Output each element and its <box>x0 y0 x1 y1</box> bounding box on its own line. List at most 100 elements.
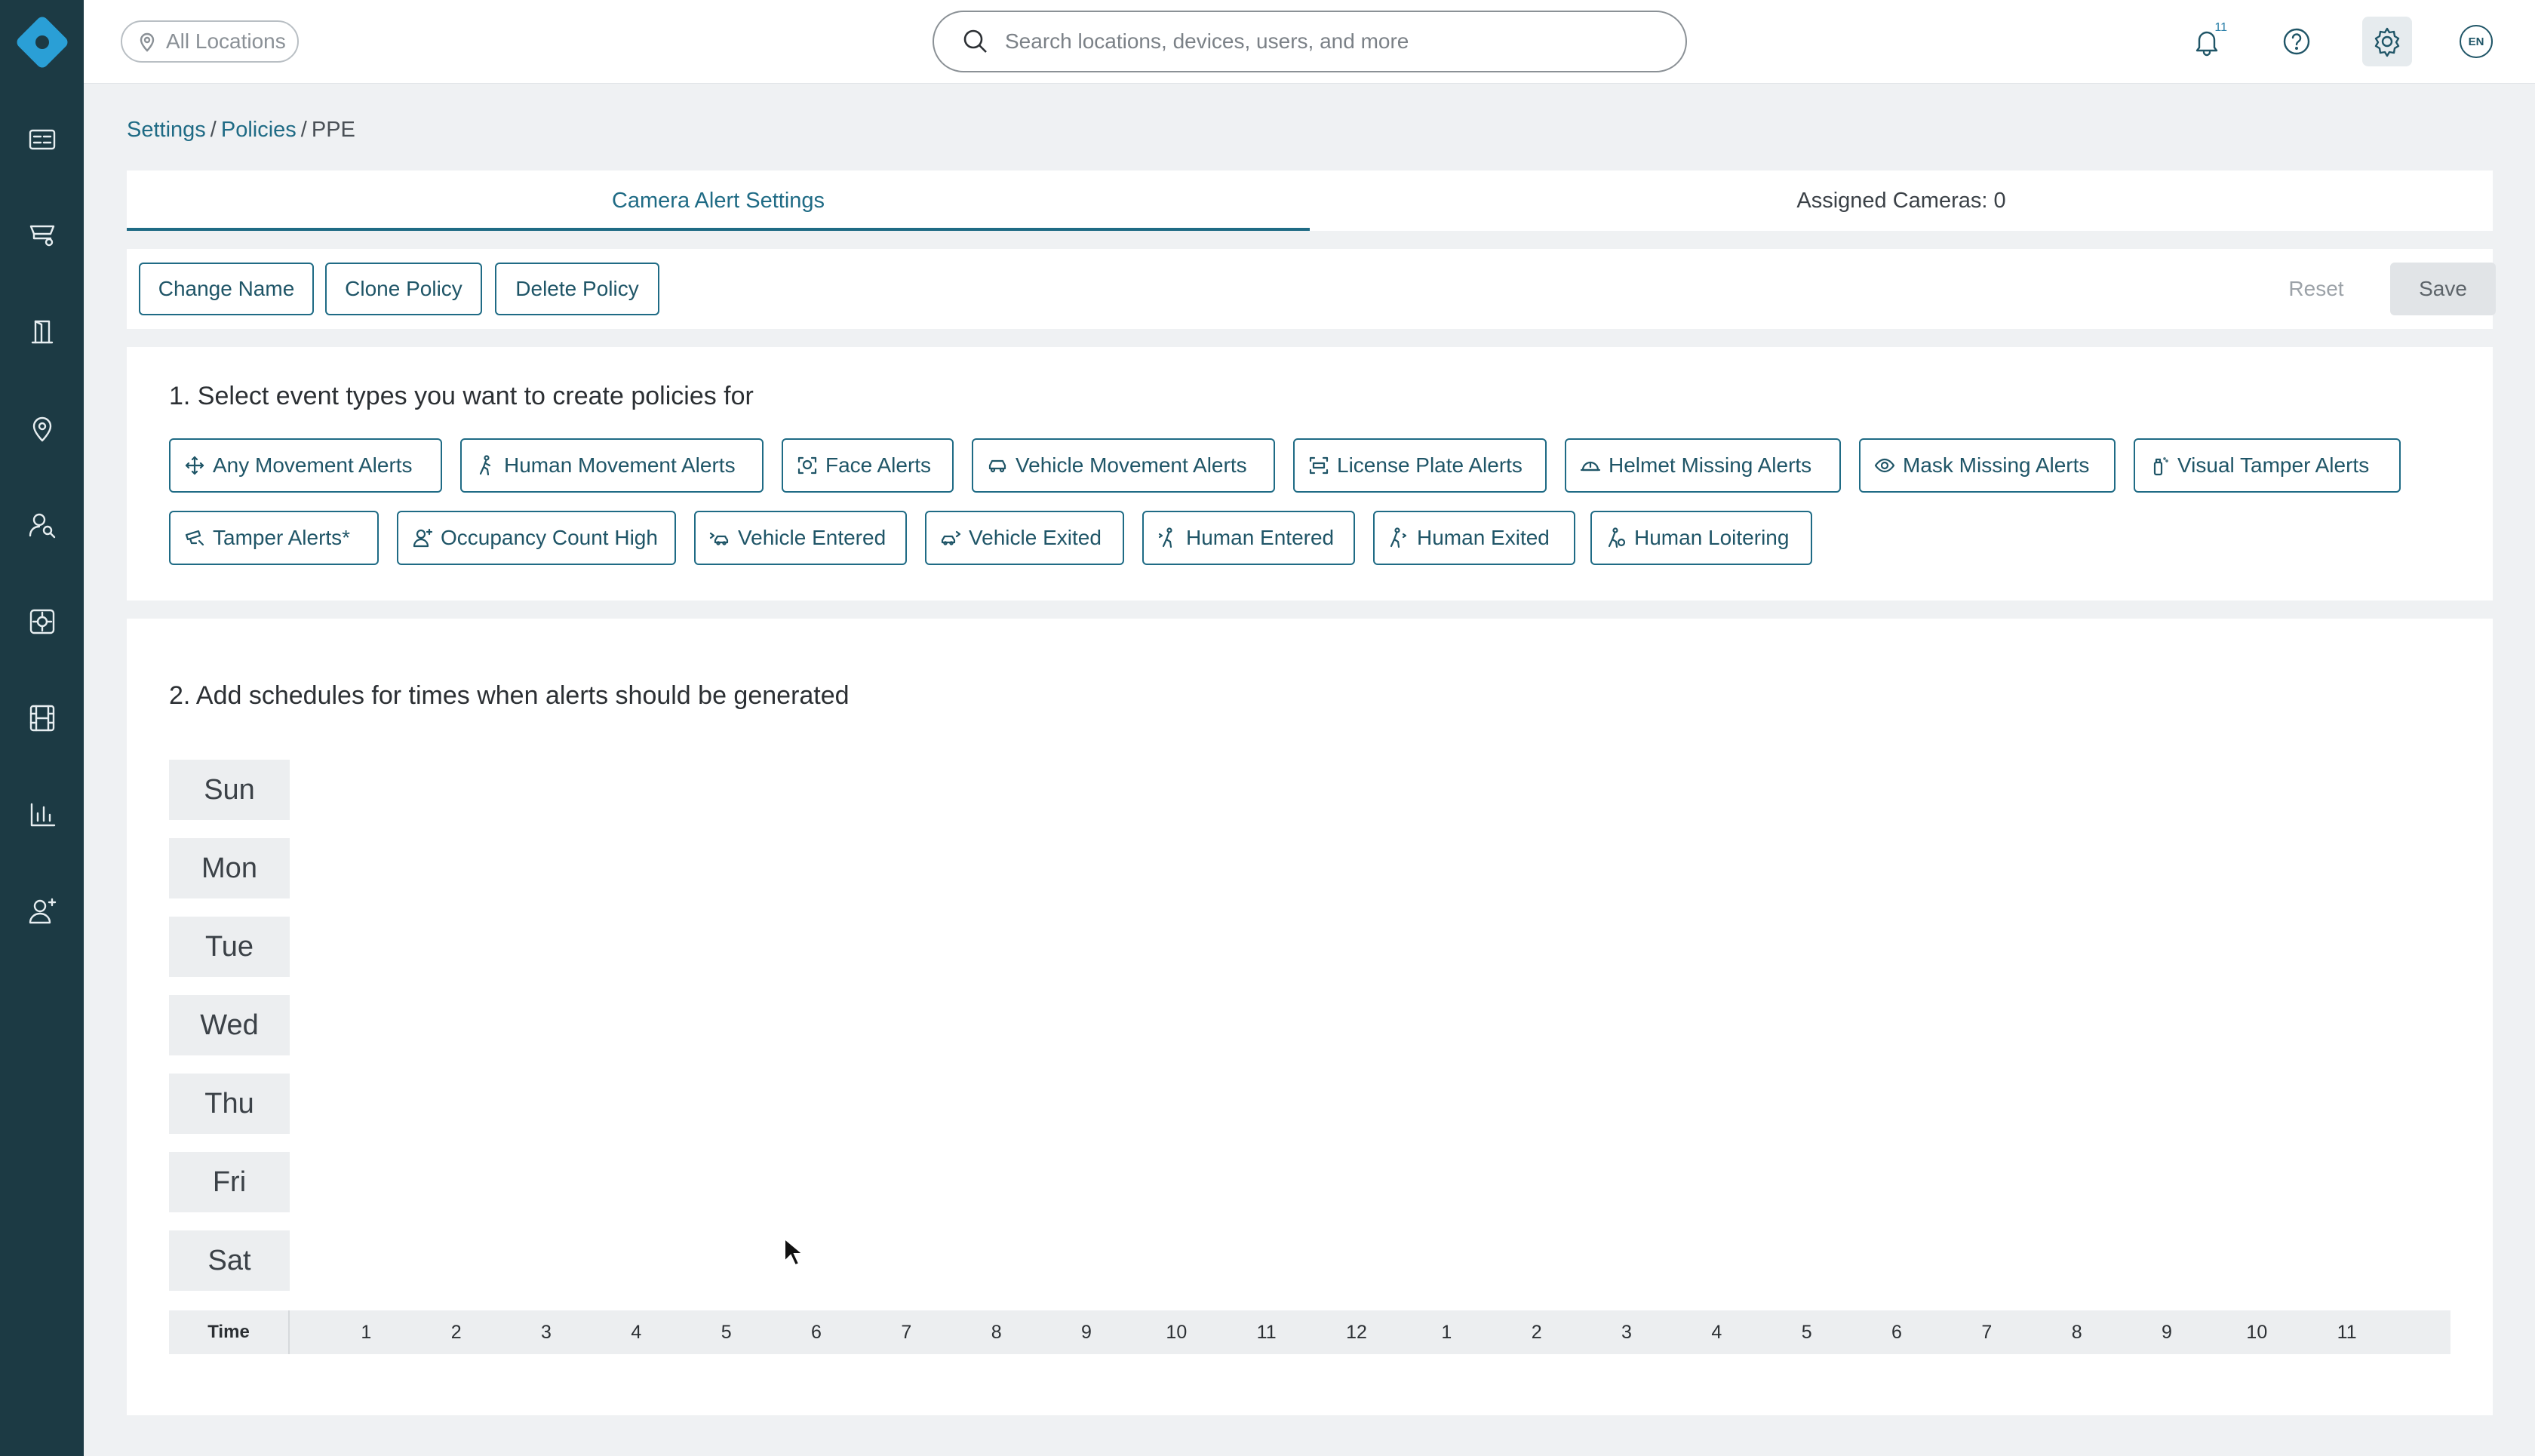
search-input[interactable] <box>1005 29 1654 54</box>
delete-policy-button[interactable]: Delete Policy <box>495 263 659 315</box>
event-type-label: Human Loitering <box>1634 526 1790 549</box>
language-button[interactable]: EN <box>2451 17 2501 66</box>
walking-person-icon <box>479 455 491 476</box>
event-type-vehicle-entered[interactable]: Vehicle Entered <box>694 511 907 565</box>
day-row-tue[interactable]: Tue <box>169 917 290 977</box>
change-name-button[interactable]: Change Name <box>139 263 314 315</box>
nav-people-search[interactable] <box>0 495 84 555</box>
day-row-mon[interactable]: Mon <box>169 838 290 898</box>
event-type-label: Visual Tamper Alerts <box>2177 453 2370 477</box>
car-icon <box>988 459 1006 473</box>
time-axis-tick: 7 <box>901 1321 912 1343</box>
person-exit-icon <box>1390 527 1407 548</box>
day-row-wed[interactable]: Wed <box>169 995 290 1055</box>
location-filter-label: All Locations <box>166 29 286 53</box>
nav-ai-analytics[interactable] <box>0 591 84 652</box>
event-type-label: Vehicle Exited <box>969 526 1102 549</box>
global-search <box>933 11 1687 72</box>
nav-users[interactable] <box>0 881 84 941</box>
event-type-vehicle-movement[interactable]: Vehicle Movement Alerts <box>972 438 1275 493</box>
tab-camera-alert-settings[interactable]: Camera Alert Settings <box>127 170 1310 231</box>
helmet-icon <box>1580 461 1601 472</box>
day-row-fri[interactable]: Fri <box>169 1152 290 1212</box>
time-axis-tick: 3 <box>1621 1321 1632 1343</box>
event-type-label: Human Movement Alerts <box>504 453 736 477</box>
breadcrumb-policies[interactable]: Policies <box>221 118 297 142</box>
time-axis-ticks: 1 2 3 4 5 6 7 8 9 10 11 12 1 2 3 4 5 6 7 8 9 10 11 <box>290 1310 2450 1354</box>
time-axis-tick: 6 <box>1891 1321 1902 1343</box>
mouse-cursor-icon <box>784 1237 804 1267</box>
event-type-human-exited[interactable]: Human Exited <box>1373 511 1575 565</box>
event-type-vehicle-exited[interactable]: Vehicle Exited <box>925 511 1124 565</box>
breadcrumb: Settings / Policies / PPE <box>127 118 355 142</box>
car-exit-icon <box>941 530 961 545</box>
logo[interactable] <box>0 0 84 84</box>
nav-locations[interactable] <box>0 398 84 459</box>
nav-dashboard[interactable] <box>0 109 84 170</box>
time-axis-tick: 2 <box>450 1321 462 1343</box>
event-type-tamper[interactable]: Tamper Alerts* <box>169 511 379 565</box>
nav-reports[interactable] <box>0 785 84 845</box>
time-axis-tick: 5 <box>721 1321 732 1343</box>
time-axis-tick: 10 <box>2246 1321 2268 1343</box>
day-row-sat[interactable]: Sat <box>169 1230 290 1291</box>
event-type-face[interactable]: Face Alerts <box>782 438 954 493</box>
side-navigation <box>0 0 84 1456</box>
location-pin-icon <box>140 32 155 52</box>
event-type-label: Vehicle Movement Alerts <box>1016 453 1247 477</box>
user-add-icon <box>29 898 56 924</box>
event-type-mask-missing[interactable]: Mask Missing Alerts <box>1859 438 2116 493</box>
event-type-label: Mask Missing Alerts <box>1903 453 2090 477</box>
event-type-license-plate[interactable]: License Plate Alerts <box>1293 438 1547 493</box>
time-axis-tick: 4 <box>631 1321 642 1343</box>
event-type-human-loitering[interactable]: Human Loitering <box>1590 511 1812 565</box>
event-type-label: Tamper Alerts* <box>213 526 351 549</box>
time-axis-tick: 11 <box>2337 1321 2357 1343</box>
nav-devices[interactable] <box>0 205 84 266</box>
event-type-label: Any Movement Alerts <box>213 453 413 477</box>
settings-button[interactable] <box>2362 17 2412 66</box>
language-badge: EN <box>2460 25 2493 58</box>
time-axis-tick: 2 <box>1531 1321 1542 1343</box>
event-type-helmet-missing[interactable]: Helmet Missing Alerts <box>1565 438 1841 493</box>
event-type-human-entered[interactable]: Human Entered <box>1142 511 1355 565</box>
event-type-visual-tamper[interactable]: Visual Tamper Alerts <box>2134 438 2401 493</box>
help-icon <box>2283 28 2310 55</box>
person-enter-icon <box>1158 527 1172 548</box>
camera-device-icon <box>29 225 54 247</box>
clone-policy-button[interactable]: Clone Policy <box>325 263 482 315</box>
event-type-any-movement[interactable]: Any Movement Alerts <box>169 438 442 493</box>
search-icon <box>963 29 987 53</box>
car-enter-icon <box>709 532 729 545</box>
film-icon <box>29 705 54 732</box>
location-filter[interactable]: All Locations <box>121 20 299 63</box>
location-pin-icon <box>32 416 51 442</box>
event-type-label: Human Entered <box>1186 526 1335 549</box>
schedule-title: 2. Add schedules for times when alerts s… <box>169 681 850 710</box>
day-row-sun[interactable]: Sun <box>169 760 290 820</box>
event-type-label: Helmet Missing Alerts <box>1609 453 1812 477</box>
time-axis-tick: 12 <box>1346 1321 1367 1343</box>
notification-count: 11 <box>2214 21 2227 34</box>
event-type-human-movement[interactable]: Human Movement Alerts <box>460 438 764 493</box>
time-axis-tick: 9 <box>2162 1321 2172 1343</box>
event-type-occupancy-count-high[interactable]: Occupancy Count High <box>397 511 676 565</box>
reset-button[interactable]: Reset <box>2278 263 2354 315</box>
person-search-icon <box>29 513 55 539</box>
event-types-section: 1. Select event types you want to create… <box>127 347 2493 601</box>
help-button[interactable] <box>2272 17 2321 66</box>
breadcrumb-settings[interactable]: Settings <box>127 118 206 142</box>
nav-access[interactable] <box>0 302 84 362</box>
time-axis-tick: 11 <box>1256 1321 1277 1343</box>
time-axis-tick: 4 <box>1711 1321 1722 1343</box>
spray-can-icon <box>2153 457 2168 476</box>
dashboard-icon <box>29 129 55 150</box>
tab-assigned-cameras[interactable]: Assigned Cameras: 0 <box>1310 170 2493 231</box>
nav-recordings[interactable] <box>0 688 84 748</box>
time-axis-tick: 7 <box>1981 1321 1993 1343</box>
face-scan-icon <box>797 456 817 475</box>
camera-tamper-icon <box>185 530 204 546</box>
day-row-thu[interactable]: Thu <box>169 1074 290 1134</box>
save-button[interactable]: Save <box>2390 263 2496 315</box>
notifications-button[interactable]: 11 <box>2182 17 2232 66</box>
